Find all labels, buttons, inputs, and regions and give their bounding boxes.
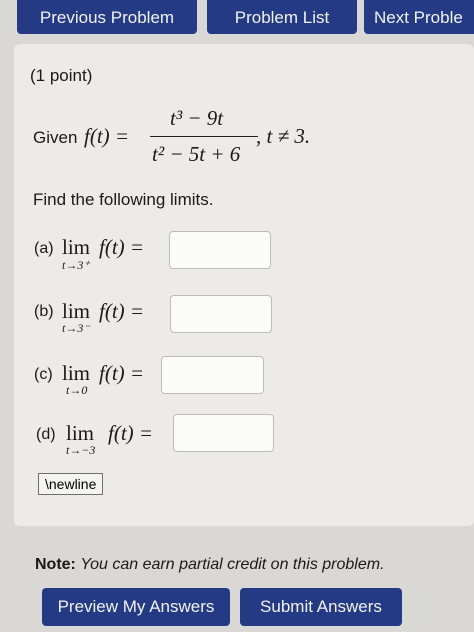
note-text: You can earn partial credit on this prob… [80, 556, 385, 573]
answer-input-c[interactable] [161, 356, 264, 394]
problem-list-button[interactable]: Problem List [207, 0, 357, 34]
lim-subscript: t→0 [66, 383, 88, 397]
partial-credit-note: Note: You can earn partial credit on thi… [35, 556, 385, 574]
previous-problem-button[interactable]: Previous Problem [17, 0, 197, 34]
lim-subscript: t→3⁺ [62, 258, 90, 272]
newline-button[interactable]: \newline [38, 473, 104, 495]
next-problem-button[interactable]: Next Proble [364, 0, 474, 34]
numerator: t³ − 9t [170, 106, 224, 130]
preview-answers-button[interactable]: Preview My Answers [42, 588, 230, 626]
denominator: t² − 5t + 6 [152, 142, 241, 166]
function-name: f(t) = [84, 124, 130, 148]
limit-expression: f(t) = [99, 235, 145, 259]
limit-expression: f(t) = [99, 299, 145, 323]
points-label: (1 point) [30, 66, 93, 85]
answer-input-a[interactable] [169, 231, 271, 269]
part-label: (c) [34, 366, 53, 383]
problem-navigation: Previous Problem Problem List Next Probl… [0, 0, 474, 38]
part-label: (d) [36, 426, 56, 443]
part-label: (a) [34, 240, 54, 257]
lim-subscript: t→−3 [66, 443, 96, 457]
lim-operator: lim [62, 235, 91, 259]
limit-expression: f(t) = [108, 421, 154, 445]
limit-expression: f(t) = [99, 361, 145, 385]
submit-answers-button[interactable]: Submit Answers [240, 588, 402, 626]
answer-input-d[interactable] [173, 414, 274, 452]
fraction-bar [150, 136, 258, 137]
domain-condition: , t ≠ 3. [256, 124, 311, 148]
answer-input-b[interactable] [170, 295, 272, 333]
part-label: (b) [34, 303, 54, 320]
given-text: Given [33, 128, 78, 147]
instruction-text: Find the following limits. [33, 190, 214, 209]
note-label: Note: [35, 556, 76, 573]
lim-subscript: t→3⁻ [62, 321, 90, 335]
